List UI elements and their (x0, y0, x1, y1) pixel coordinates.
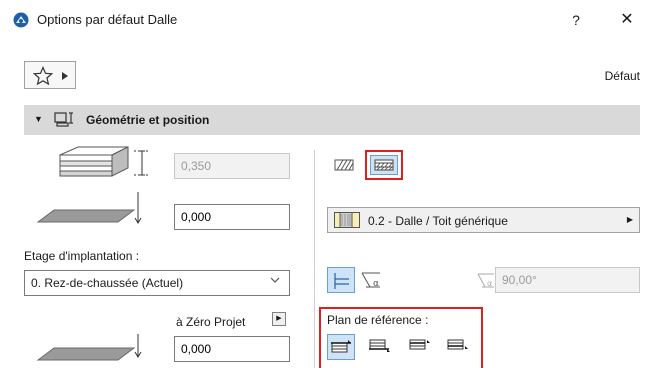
triangle-right-icon (62, 72, 68, 80)
home-story-value: 0. Rez-de-chaussée (Actuel) (31, 276, 184, 290)
section-header-geometry[interactable]: ▼ Géométrie et position (24, 105, 640, 135)
favorites-button[interactable] (24, 61, 76, 89)
edge-angle-field[interactable] (495, 267, 640, 293)
reference-plane-group: Plan de référence : (319, 307, 483, 368)
project-zero-label: à Zéro Projet (176, 315, 246, 329)
collapse-arrow-icon[interactable]: ▼ (34, 114, 43, 124)
help-button[interactable]: ? (566, 10, 586, 30)
slab-thickness-diagram-icon (59, 146, 148, 177)
edge-perpendicular-icon (334, 273, 349, 289)
star-icon (33, 66, 53, 86)
column-divider (314, 150, 315, 368)
svg-text:α: α (373, 279, 379, 289)
story-offset-field[interactable] (174, 204, 290, 230)
composite-structure-button[interactable] (365, 150, 403, 180)
reference-plane-label: Plan de référence : (327, 313, 429, 327)
reference-bottom-icon[interactable] (367, 334, 395, 360)
thickness-field[interactable] (174, 153, 290, 179)
reference-top-icon (331, 340, 351, 353)
svg-text:α: α (487, 279, 492, 288)
archicad-app-icon (13, 12, 29, 28)
edge-angle-icon[interactable]: α (358, 267, 386, 293)
composite-structure-icon (374, 159, 394, 171)
reference-top-button[interactable] (327, 334, 355, 360)
section-title: Géométrie et position (86, 113, 210, 127)
window-title: Options par défaut Dalle (37, 12, 178, 27)
edge-perpendicular-button[interactable] (327, 267, 355, 293)
custom-angle-icon: α (477, 273, 494, 288)
chevron-down-icon (270, 277, 280, 283)
project-zero-toggle[interactable]: ▶ (272, 312, 286, 326)
slab-bottom-elevation-diagram-icon (36, 334, 142, 361)
basic-structure-icon[interactable] (334, 158, 354, 172)
reference-core-top-icon[interactable] (407, 334, 435, 360)
project-zero-elevation-field[interactable] (174, 336, 290, 362)
reference-core-bottom-icon[interactable] (445, 334, 473, 360)
home-story-label: Etage d'implantation : (24, 249, 140, 263)
slab-offset-diagram-icon (36, 192, 142, 224)
title-bar: Options par défaut Dalle ? ✕ (0, 0, 652, 40)
close-button[interactable]: ✕ (617, 10, 637, 30)
composite-material-select[interactable]: 0.2 - Dalle / Toit générique ▶ (327, 207, 640, 233)
slab-settings-icon (54, 112, 73, 127)
default-label: Défaut (604, 69, 640, 83)
composite-swatch-icon (334, 212, 360, 228)
home-story-select[interactable]: 0. Rez-de-chaussée (Actuel) (24, 270, 290, 296)
composite-material-value: 0.2 - Dalle / Toit générique (368, 214, 508, 228)
triangle-right-icon: ▶ (626, 215, 633, 224)
